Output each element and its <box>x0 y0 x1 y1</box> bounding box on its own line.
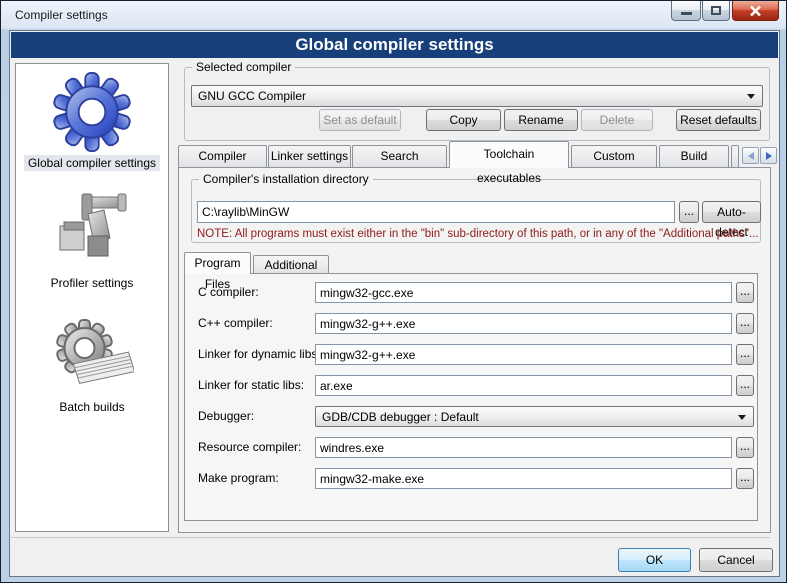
compiler-select[interactable]: GNU GCC Compiler <box>191 85 763 107</box>
tab-linker-settings[interactable]: Linker settings <box>268 145 351 168</box>
subtab-additional-paths[interactable]: Additional Paths <box>253 255 329 274</box>
maximize-button[interactable] <box>702 1 730 21</box>
compiler-select-value: GNU GCC Compiler <box>198 89 306 103</box>
rename-button[interactable]: Rename <box>504 109 578 131</box>
blue-gear-icon <box>51 72 133 152</box>
reset-defaults-button[interactable]: Reset defaults <box>676 109 761 131</box>
tab-partial[interactable] <box>731 145 739 168</box>
c-compiler-browse-button[interactable]: ... <box>736 282 754 303</box>
ok-button[interactable]: OK <box>618 548 691 572</box>
auto-detect-button[interactable]: Auto-detect <box>702 201 761 223</box>
window-title: Compiler settings <box>15 8 108 22</box>
arrow-left-icon <box>748 152 754 160</box>
cpp-compiler-label: C++ compiler: <box>198 313 273 334</box>
debugger-label: Debugger: <box>198 406 254 427</box>
subtab-program-files[interactable]: Program Files <box>184 252 251 274</box>
static-linker-input[interactable] <box>315 375 732 396</box>
static-linker-browse-button[interactable]: ... <box>736 375 754 396</box>
installation-note: NOTE: All programs must exist either in … <box>197 228 759 240</box>
sidebar-item-global-compiler-settings[interactable]: Global compiler settings <box>16 72 168 171</box>
debugger-select[interactable]: GDB/CDB debugger : Default <box>315 406 754 427</box>
footer-divider <box>11 537 770 538</box>
compiler-settings-dialog: Compiler settings Global compiler settin… <box>0 0 787 583</box>
tab-compiler-settings[interactable]: Compiler settings <box>178 145 267 168</box>
caliper-blocks-icon <box>52 192 132 272</box>
browse-directory-button[interactable]: ... <box>679 201 699 223</box>
sidebar-item-profiler-settings[interactable]: Profiler settings <box>16 192 168 291</box>
installation-directory-legend: Compiler's installation directory <box>199 172 373 186</box>
delete-button[interactable]: Delete <box>581 109 653 131</box>
resource-compiler-input[interactable] <box>315 437 732 458</box>
sidebar-item-label: Batch builds <box>55 399 128 415</box>
close-button[interactable] <box>732 1 779 21</box>
set-as-default-button[interactable]: Set as default <box>319 109 401 131</box>
tab-toolchain-executables[interactable]: Toolchain executables <box>449 141 569 168</box>
tab-build-options[interactable]: Build options <box>659 145 729 168</box>
page-title: Global compiler settings <box>11 32 778 58</box>
sidebar-item-label: Profiler settings <box>47 275 138 291</box>
cancel-button[interactable]: Cancel <box>699 548 773 572</box>
sidebar-item-label: Global compiler settings <box>24 155 160 171</box>
installation-directory-input[interactable] <box>197 201 675 223</box>
copy-button[interactable]: Copy <box>426 109 501 131</box>
cpp-compiler-input[interactable] <box>315 313 732 334</box>
make-program-input[interactable] <box>315 468 732 489</box>
close-icon <box>749 5 762 17</box>
gray-gear-papers-icon <box>50 318 134 396</box>
minimize-icon <box>681 12 692 15</box>
selected-compiler-legend: Selected compiler <box>192 60 295 74</box>
dynamic-linker-browse-button[interactable]: ... <box>736 344 754 365</box>
cpp-compiler-browse-button[interactable]: ... <box>736 313 754 334</box>
maximize-icon <box>711 6 721 15</box>
make-program-label: Make program: <box>198 468 279 489</box>
settings-category-list: Global compiler settings Profiler settin… <box>15 63 169 532</box>
resource-compiler-label: Resource compiler: <box>198 437 301 458</box>
static-linker-label: Linker for static libs: <box>198 375 304 396</box>
tab-custom-variables[interactable]: Custom variables <box>571 145 657 168</box>
make-program-browse-button[interactable]: ... <box>736 468 754 489</box>
dynamic-linker-label: Linker for dynamic libs: <box>198 344 321 365</box>
resource-compiler-browse-button[interactable]: ... <box>736 437 754 458</box>
chevron-down-icon <box>738 415 746 420</box>
dynamic-linker-input[interactable] <box>315 344 732 365</box>
arrow-right-icon <box>766 152 772 160</box>
tab-scroll-right-button[interactable] <box>760 147 777 164</box>
debugger-select-value: GDB/CDB debugger : Default <box>322 410 479 424</box>
minimize-button[interactable] <box>671 1 701 21</box>
c-compiler-input[interactable] <box>315 282 732 303</box>
chevron-down-icon <box>747 94 755 99</box>
tab-search-directories[interactable]: Search directories <box>352 145 447 168</box>
sidebar-item-batch-builds[interactable]: Batch builds <box>16 318 168 415</box>
tab-scroll-left-button[interactable] <box>742 147 759 164</box>
